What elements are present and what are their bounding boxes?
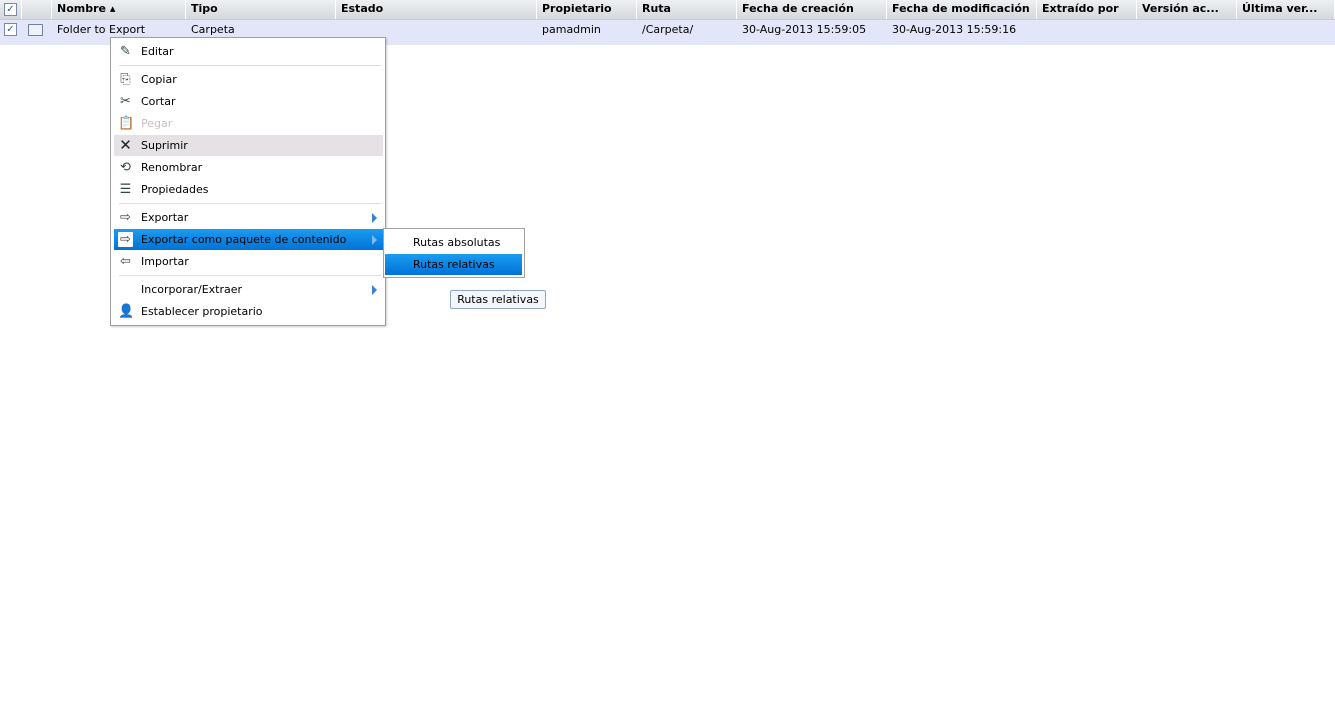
menu-item-importar[interactable]: ⇦ Importar — [114, 251, 383, 272]
select-all-checkbox[interactable]: ✓ — [4, 3, 17, 16]
cell-fecha-creacion: 30-Aug-2013 15:59:05 — [742, 23, 867, 36]
export-icon: ⇨ — [118, 232, 133, 247]
column-version-actual[interactable]: Versión ac... — [1137, 0, 1237, 19]
column-nombre[interactable]: Nombre ▴ — [52, 0, 186, 19]
menu-label: Pegar — [141, 117, 173, 130]
menu-separator — [119, 65, 381, 66]
menu-label: Cortar — [141, 95, 176, 108]
menu-item-editar[interactable]: ✎ Editar — [114, 41, 383, 62]
rename-icon: ⟲ — [120, 160, 131, 175]
column-propietario[interactable]: Propietario — [537, 0, 637, 19]
menu-label: Suprimir — [141, 139, 188, 152]
cell-propietario: pamadmin — [542, 23, 601, 36]
properties-icon: ☰ — [119, 182, 132, 197]
menu-item-exportar-paquete[interactable]: ⇨ Exportar como paquete de contenido — [114, 229, 383, 250]
scissors-icon: ✂ — [120, 94, 131, 109]
submenu: Rutas absolutas Rutas relativas — [383, 228, 525, 278]
menu-label: Incorporar/Extraer — [141, 283, 243, 296]
menu-label: Exportar — [141, 211, 189, 224]
table-header: ✓ Nombre ▴ Tipo Estado Propietario Ruta … — [0, 0, 1335, 20]
paste-icon: 📋 — [118, 116, 135, 131]
menu-separator — [119, 203, 381, 204]
context-menu: ✎ Editar ⎘ Copiar ✂ Cortar 📋 Pegar ✕ Suprimir… — [110, 37, 386, 326]
menu-label: Establecer propietario — [141, 305, 263, 318]
menu-item-establecer-propietario[interactable]: 👤 Establecer propietario — [114, 301, 383, 322]
submenu-arrow-icon — [372, 285, 377, 295]
menu-label: Editar — [141, 45, 174, 58]
menu-item-renombrar[interactable]: ⟲ Renombrar — [114, 157, 383, 178]
menu-label: Renombrar — [141, 161, 203, 174]
submenu-item-rutas-absolutas[interactable]: Rutas absolutas — [385, 232, 522, 253]
menu-item-cortar[interactable]: ✂ Cortar — [114, 91, 383, 112]
import-icon: ⇦ — [120, 254, 131, 269]
cell-fecha-modificacion: 30-Aug-2013 15:59:16 — [892, 23, 1017, 36]
copy-icon: ⎘ — [120, 72, 131, 87]
select-all-column[interactable]: ✓ — [0, 0, 22, 19]
submenu-item-rutas-relativas[interactable]: Rutas relativas — [385, 254, 522, 275]
icon-column — [22, 0, 52, 19]
menu-item-propiedades[interactable]: ☰ Propiedades — [114, 179, 383, 200]
column-fecha-modificacion[interactable]: Fecha de modificación — [887, 0, 1037, 19]
submenu-arrow-icon — [372, 213, 377, 223]
menu-item-pegar: 📋 Pegar — [114, 113, 383, 134]
menu-item-exportar[interactable]: ⇨ Exportar — [114, 207, 383, 228]
folder-icon — [28, 24, 43, 36]
export-icon: ⇨ — [120, 210, 131, 225]
edit-icon: ✎ — [120, 44, 131, 59]
column-extraido-por[interactable]: Extraído por — [1037, 0, 1137, 19]
menu-label: Rutas relativas — [413, 258, 495, 271]
row-checkbox[interactable]: ✓ — [4, 23, 17, 36]
menu-label: Copiar — [141, 73, 177, 86]
column-ruta[interactable]: Ruta — [637, 0, 737, 19]
set-owner-icon: 👤 — [118, 304, 135, 319]
column-tipo[interactable]: Tipo — [186, 0, 336, 19]
menu-label: Importar — [141, 255, 189, 268]
column-fecha-creacion[interactable]: Fecha de creación — [737, 0, 887, 19]
delete-x-icon: ✕ — [119, 136, 132, 154]
column-ultima-version[interactable]: Última ver... — [1237, 0, 1335, 19]
submenu-arrow-icon — [372, 235, 377, 245]
cell-ruta: /Carpeta/ — [642, 23, 694, 36]
menu-label: Exportar como paquete de contenido — [141, 233, 347, 246]
menu-item-incorporar-extraer[interactable]: Incorporar/Extraer — [114, 279, 383, 300]
tooltip: Rutas relativas — [450, 290, 546, 309]
menu-label: Rutas absolutas — [413, 236, 501, 249]
menu-label: Propiedades — [141, 183, 209, 196]
column-estado[interactable]: Estado — [336, 0, 537, 19]
menu-item-copiar[interactable]: ⎘ Copiar — [114, 69, 383, 90]
menu-separator — [119, 275, 381, 276]
menu-item-suprimir[interactable]: ✕ Suprimir — [114, 135, 383, 156]
